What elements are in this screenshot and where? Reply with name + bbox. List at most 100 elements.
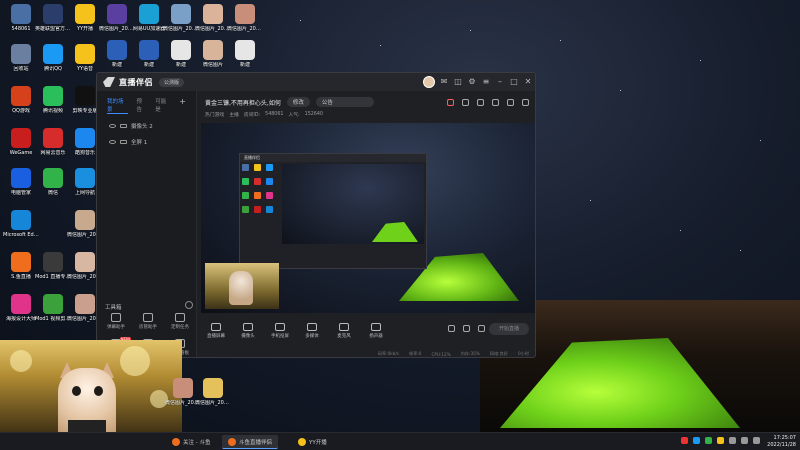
tray-yy-icon[interactable]	[717, 437, 724, 444]
edit-title-button[interactable]: 修改	[286, 97, 310, 107]
nested-title-bar: 直播伴侣	[240, 154, 426, 162]
desktop-icon[interactable]: 英雄联盟官方对战平台	[35, 4, 71, 42]
camera-icon	[243, 323, 253, 331]
desktop-icon[interactable]: QQ游戏	[4, 86, 38, 124]
ime-icon[interactable]	[753, 437, 760, 444]
lock-icon[interactable]	[120, 140, 127, 144]
record-icon[interactable]	[447, 99, 454, 106]
tool-task[interactable]: 定制任务	[165, 313, 195, 337]
live-preview[interactable]: 直播伴侣	[201, 123, 535, 313]
live-companion-window[interactable]: 直播伴侣 公测版 ✉ ◫ ⚙ ≡ – □ ✕ 我的场景 预告 可能是 + 摄像头…	[96, 72, 536, 358]
start-live-button[interactable]: 开始直播	[489, 323, 529, 335]
maximize-icon[interactable]: □	[509, 77, 519, 87]
control-camera[interactable]: 摄像头	[235, 323, 261, 339]
image-file-icon	[203, 4, 223, 24]
camera-toggle-icon[interactable]	[448, 325, 455, 332]
tab-preview[interactable]: 预告	[136, 97, 147, 114]
danmu-icon	[111, 313, 121, 322]
desktop-icon-label: 网易云音乐	[40, 150, 66, 156]
control-mic[interactable]: 麦克风	[331, 323, 357, 339]
title-bar[interactable]: 直播伴侣 公测版 ✉ ◫ ⚙ ≡ – □ ✕	[97, 73, 535, 91]
share-icon[interactable]	[522, 99, 529, 106]
image-file-icon	[203, 378, 223, 398]
desktop-icon[interactable]: 腾讯QQ	[36, 44, 70, 82]
desktop-icon[interactable]: 网易UU加速器	[132, 4, 166, 42]
desktop-icon[interactable]: S.鱼直播	[4, 252, 38, 290]
network-icon[interactable]	[729, 437, 736, 444]
category[interactable]: 热门游戏	[205, 111, 224, 118]
sub-category[interactable]: 主播	[229, 111, 239, 118]
control-speaker[interactable]: 扬声器	[363, 323, 389, 339]
desktop-icon[interactable]: 海报设计大师	[4, 294, 38, 332]
tray-app-icon[interactable]	[681, 437, 688, 444]
gift-icon[interactable]: ◫	[453, 77, 463, 87]
control-label: 麦克风	[337, 334, 351, 339]
speaker-icon	[371, 323, 381, 331]
volume-icon[interactable]	[741, 437, 748, 444]
desktop-icon-label: Mod1 直播专家 1.43	[35, 274, 71, 280]
desktop-icon[interactable]: 腾讯视频	[36, 86, 70, 124]
tab-other[interactable]: 可能是	[155, 97, 171, 114]
desktop-icon[interactable]: 微信图片_2022110...	[163, 4, 199, 42]
clock[interactable]: 17:25:07 2022/11/28	[767, 435, 796, 449]
layout-icon[interactable]	[477, 99, 484, 106]
settings-gear-icon[interactable]	[478, 325, 485, 332]
kugou-icon	[75, 128, 95, 148]
record-toggle-icon[interactable]	[463, 325, 470, 332]
wegame-icon	[11, 128, 31, 148]
eye-icon[interactable]	[109, 124, 116, 128]
add-scene-button[interactable]: +	[179, 97, 186, 114]
tool-label: 弹幕助手	[107, 325, 125, 330]
desktop-icon[interactable]: 微信图片_2022111...	[195, 378, 231, 416]
minimize-icon[interactable]: –	[495, 77, 505, 87]
taskbar-item[interactable]: 斗鱼直播伴侣	[222, 435, 279, 449]
version-pill[interactable]: 公测版	[159, 77, 185, 87]
desktop-icon[interactable]: Microsoft Edge	[3, 210, 39, 248]
tool-room-manager[interactable]: 房管助手	[133, 313, 163, 337]
control-media[interactable]: 多媒体	[299, 323, 325, 339]
eye-icon[interactable]	[109, 140, 116, 144]
scene-item-camera[interactable]: 摄像头 2	[97, 118, 196, 134]
desktop-icon[interactable]: 548061	[4, 4, 38, 42]
nested-app-icon	[242, 206, 249, 213]
close-icon[interactable]: ✕	[523, 77, 533, 87]
control-screen-capture[interactable]: 直播屏幕	[203, 323, 229, 339]
desktop-icon[interactable]: 微信图片_2022110...	[99, 4, 135, 42]
status-item: 帧率:0	[409, 351, 422, 356]
control-phone-cast[interactable]: 手机投屏	[267, 323, 293, 339]
desktop-icon[interactable]: Mod1 直播专家 1.43	[35, 252, 71, 290]
desktop-icon[interactable]: 微信图片_202111...	[165, 378, 201, 416]
scene-item-fullscreen[interactable]: 全屏 1	[97, 134, 196, 150]
poster-icon	[11, 294, 31, 314]
menu-icon[interactable]: ≡	[481, 77, 491, 87]
scene-label: 全屏 1	[131, 140, 148, 146]
desktop-icon[interactable]: 微信	[36, 168, 70, 206]
message-icon[interactable]: ✉	[439, 77, 449, 87]
desktop-icon[interactable]: WeGame	[4, 128, 38, 166]
toolbox-toggle-icon[interactable]	[185, 301, 193, 309]
desktop-icon[interactable]: 回收站	[4, 44, 38, 82]
tray-qq-icon[interactable]	[693, 437, 700, 444]
notice-button[interactable]: 公告	[315, 97, 374, 107]
tray-wechat-icon[interactable]	[705, 437, 712, 444]
screenshot-icon[interactable]	[492, 99, 499, 106]
desktop-icon-label: Microsoft Edge	[3, 232, 39, 238]
tab-my-scenes[interactable]: 我的场景	[107, 97, 129, 114]
taskbar-item[interactable]: 关注 - 斗鱼	[166, 435, 216, 449]
desktop-icon[interactable]: YY开播	[68, 4, 102, 42]
desktop-icon[interactable]: 微信图片_202211...	[227, 4, 263, 42]
desktop-icon[interactable]: 网易云音乐	[36, 128, 70, 166]
settings-icon[interactable]: ⚙	[467, 77, 477, 87]
lock-icon[interactable]	[120, 124, 127, 128]
desktop-icon[interactable]: Mod1 视频剪辑器 1.17	[35, 294, 71, 332]
avatar[interactable]	[423, 76, 435, 88]
desktop-icon[interactable]: 电脑管家	[4, 168, 38, 206]
desktop-icon[interactable]: 微信图片_202211...	[195, 4, 231, 42]
bell-icon[interactable]	[507, 99, 514, 106]
room-manager-icon	[143, 313, 153, 322]
lock-icon[interactable]	[462, 99, 469, 106]
taskbar-item[interactable]: YY开播	[292, 435, 333, 449]
camera-source-thumbnail[interactable]	[205, 263, 279, 309]
netease-music-icon	[43, 128, 63, 148]
tool-danmu[interactable]: 弹幕助手	[101, 313, 131, 337]
